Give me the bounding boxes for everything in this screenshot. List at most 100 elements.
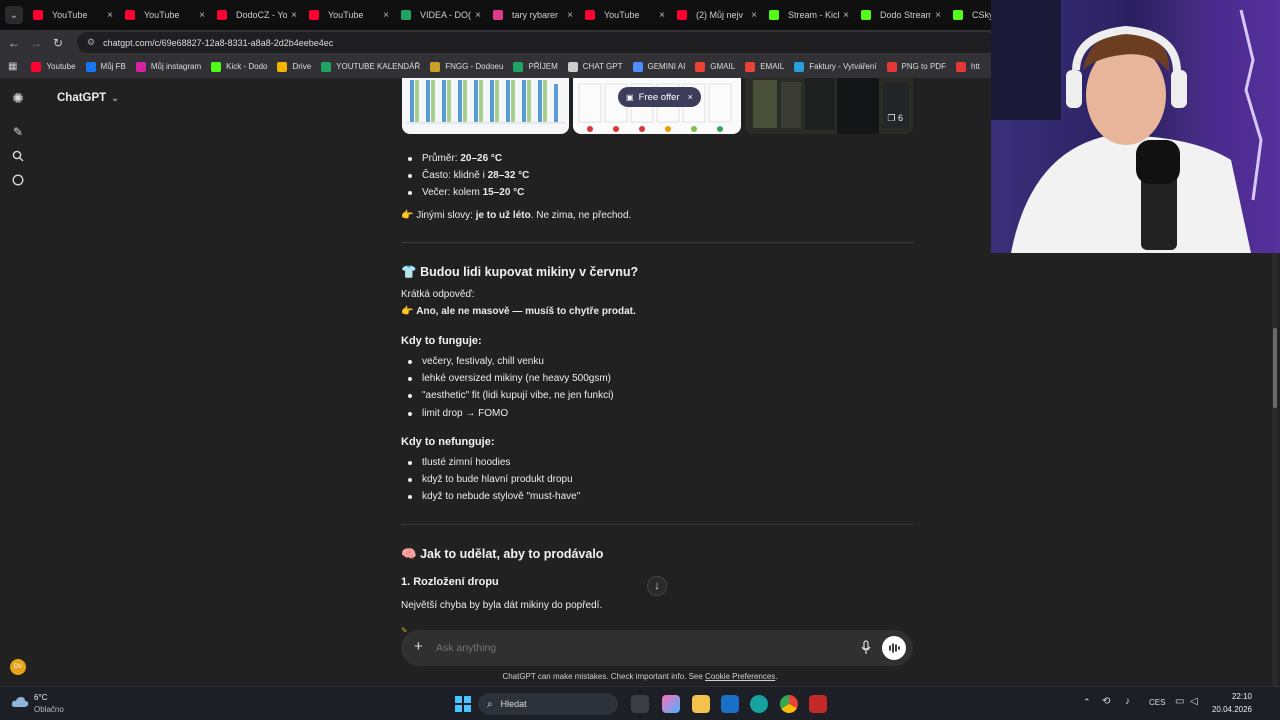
- free-offer-badge[interactable]: ▣ Free offer ×: [618, 87, 701, 107]
- clock-date[interactable]: 20.04.2026: [1206, 705, 1252, 714]
- cookie-preferences-link[interactable]: Cookie Preferences: [705, 672, 775, 681]
- edge-icon[interactable]: [750, 695, 768, 713]
- chrome-icon[interactable]: [780, 695, 798, 713]
- browser-tab[interactable]: DodoCZ - Yo ×: [211, 2, 303, 28]
- chevron-up-icon[interactable]: ⌃: [1083, 697, 1091, 708]
- forward-arrow-icon[interactable]: →: [25, 36, 47, 50]
- bookmark-favicon-icon: [85, 61, 96, 72]
- browser-tab[interactable]: (2) Můj nejv ×: [671, 2, 763, 28]
- apps-grid-icon[interactable]: ▦: [8, 61, 17, 72]
- microphone-icon[interactable]: ♪: [1125, 696, 1130, 707]
- bookmark-label: EMAIL: [760, 62, 785, 71]
- list-item: "aesthetic" fit (lidi kupují vibe, ne je…: [408, 390, 614, 401]
- reload-icon[interactable]: ↻: [47, 36, 69, 50]
- bookmarks-container: Youtube Můj FB Můj instagram Kick - Dodo Dri…: [31, 61, 989, 72]
- windows-taskbar: 6°C Oblačno ⌕ Hledat ⌃ ⟲ ♪ CES ▭ ◁ 22:10…: [0, 686, 1280, 720]
- bookmark-label: PNG to PDF: [901, 62, 946, 71]
- bookmark-item[interactable]: Můj instagram: [135, 61, 201, 72]
- browser-tab[interactable]: YouTube ×: [579, 2, 671, 28]
- image-card-photo[interactable]: ❐ 6: [745, 78, 913, 134]
- bookmark-item[interactable]: FNGG - Dodoeu: [430, 61, 503, 72]
- prompt-input[interactable]: [436, 639, 816, 657]
- volume-icon[interactable]: ◁: [1190, 696, 1198, 707]
- site-info-icon[interactable]: ⚙: [87, 37, 95, 48]
- file-explorer-icon[interactable]: [692, 695, 710, 713]
- close-tab-icon[interactable]: ×: [199, 10, 205, 21]
- bookmark-item[interactable]: GMAIL: [695, 61, 735, 72]
- browser-tab[interactable]: YouTube ×: [303, 2, 395, 28]
- bookmark-item[interactable]: Drive: [277, 61, 311, 72]
- tab-search-chevron-icon[interactable]: ⌄: [5, 6, 23, 24]
- browser-tab[interactable]: tary rybarer ×: [487, 2, 579, 28]
- search-icon[interactable]: [11, 150, 25, 164]
- bookmark-item[interactable]: Faktury - Vytváření: [794, 61, 877, 72]
- close-tab-icon[interactable]: ×: [567, 10, 573, 21]
- windows-start-icon[interactable]: [455, 696, 471, 712]
- close-tab-icon[interactable]: ×: [751, 10, 757, 21]
- image-card-forecast[interactable]: ▣ Free offer ×: [573, 78, 741, 134]
- tab-title: tary rybarer: [512, 10, 559, 20]
- close-tab-icon[interactable]: ×: [107, 10, 113, 21]
- browser-tab[interactable]: YouTube ×: [119, 2, 211, 28]
- copilot-icon[interactable]: [662, 695, 680, 713]
- close-tab-icon[interactable]: ×: [475, 10, 481, 21]
- bookmark-item[interactable]: CHAT GPT: [567, 61, 623, 72]
- bookmark-favicon-icon: [277, 61, 288, 72]
- plus-icon[interactable]: +: [414, 639, 423, 655]
- bookmark-item[interactable]: PŘÍJEM: [513, 61, 558, 72]
- close-tab-icon[interactable]: ×: [659, 10, 665, 21]
- bookmark-item[interactable]: Můj FB: [85, 61, 126, 72]
- temp-often-label: Často: klidně i: [422, 170, 488, 181]
- voice-mode-button[interactable]: [882, 636, 906, 660]
- sync-icon[interactable]: ⟲: [1102, 696, 1110, 707]
- bookmark-label: htt: [970, 62, 980, 71]
- bookmark-item[interactable]: EMAIL: [745, 61, 785, 72]
- close-tab-icon[interactable]: ×: [383, 10, 389, 21]
- bookmark-label: GEMINI AI: [647, 62, 686, 71]
- close-icon[interactable]: ×: [688, 92, 693, 102]
- network-icon[interactable]: ▭: [1175, 696, 1184, 707]
- sidebar-rail: ✺ ✎ DV: [0, 78, 36, 686]
- close-tab-icon[interactable]: ×: [291, 10, 297, 21]
- browser-tab[interactable]: VIDEA - DO(×: [395, 2, 487, 28]
- bookmark-item[interactable]: PNG to PDF: [886, 61, 946, 72]
- openai-logo-icon[interactable]: ✺: [11, 91, 25, 105]
- bookmark-item[interactable]: Youtube: [31, 61, 76, 72]
- divider: [401, 524, 913, 525]
- bookmark-item[interactable]: GEMINI AI: [632, 61, 686, 72]
- tab-title: (2) Můj nejv: [696, 10, 744, 20]
- clock-time[interactable]: 22:10: [1212, 692, 1252, 701]
- address-bar[interactable]: ⚙ chatgpt.com/c/69e68827-12a8-8331-a8a8-…: [77, 32, 997, 53]
- temp-often-value: 28–32 °C: [487, 170, 530, 181]
- bookmark-favicon-icon: [513, 61, 524, 72]
- bookmark-item[interactable]: Kick - Dodo: [211, 61, 267, 72]
- short-answer-label: Krátká odpověď:: [401, 289, 475, 300]
- image-count-badge: ❐ 6: [887, 113, 903, 123]
- bookmark-label: Můj FB: [100, 62, 126, 71]
- bookmark-label: Youtube: [46, 62, 76, 71]
- browser-tab[interactable]: Stream - Kick ×: [763, 2, 855, 28]
- scroll-down-arrow-icon[interactable]: ↓: [647, 576, 667, 596]
- list-item: večery, festivaly, chill venku: [408, 356, 544, 367]
- chat-bubble-icon[interactable]: [11, 174, 25, 188]
- close-tab-icon[interactable]: ×: [843, 10, 849, 21]
- microphone-icon[interactable]: [860, 640, 872, 656]
- language-indicator[interactable]: CES: [1149, 698, 1165, 707]
- close-tab-icon[interactable]: ×: [935, 10, 941, 21]
- task-view-icon[interactable]: [631, 695, 649, 713]
- bookmark-item[interactable]: YOUTUBE KALENDÁŘ: [321, 61, 420, 72]
- temp-avg-value: 20–26 °C: [460, 153, 503, 164]
- back-arrow-icon[interactable]: ←: [3, 36, 25, 50]
- taskbar-search[interactable]: ⌕ Hledat: [478, 693, 618, 715]
- works-heading: Kdy to funguje:: [401, 335, 482, 347]
- bookmark-item[interactable]: htt: [955, 61, 980, 72]
- bookmark-label: Faktury - Vytváření: [809, 62, 877, 71]
- app-icon[interactable]: [809, 695, 827, 713]
- browser-tab[interactable]: Dodo Stream ×: [855, 2, 947, 28]
- model-selector[interactable]: ChatGPT ⌄: [57, 92, 119, 104]
- outlook-icon[interactable]: [721, 695, 739, 713]
- browser-tab[interactable]: YouTube ×: [27, 2, 119, 28]
- new-chat-icon[interactable]: ✎: [11, 125, 25, 139]
- image-card-chart[interactable]: [402, 78, 569, 134]
- scrollbar-thumb[interactable]: [1273, 328, 1277, 408]
